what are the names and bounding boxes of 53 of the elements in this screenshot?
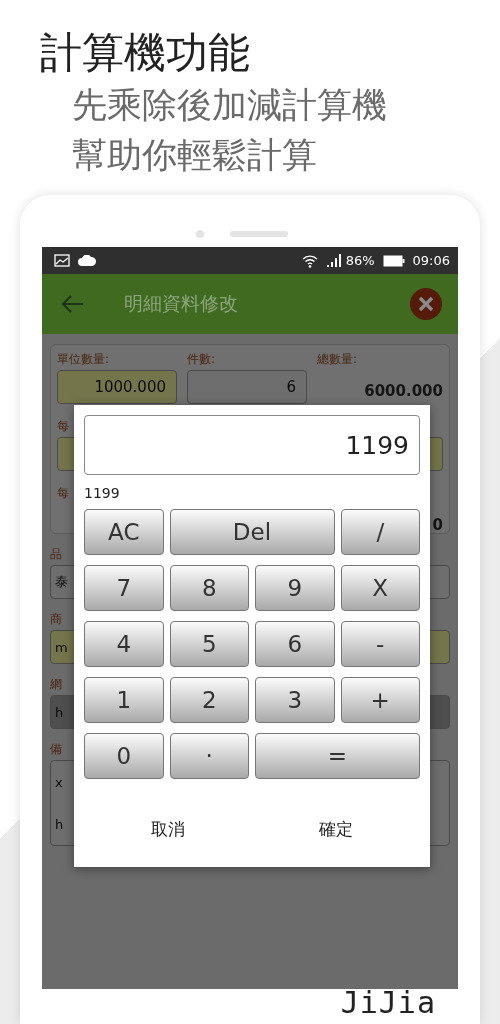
calculator-key[interactable]: 1	[84, 677, 164, 723]
cloud-icon	[78, 255, 96, 266]
wifi-icon	[301, 253, 318, 268]
field-label: 每	[57, 418, 69, 435]
field-value: 6000.000	[364, 381, 443, 400]
calculator-key[interactable]: AC	[84, 509, 164, 555]
calculator-key[interactable]: =	[255, 733, 420, 779]
close-icon[interactable]	[410, 288, 442, 320]
calculator-key[interactable]: Del	[169, 509, 335, 555]
calculator-key[interactable]: 5	[169, 621, 249, 667]
display-field: 1199	[84, 415, 420, 475]
field-value: 0	[432, 515, 443, 534]
calculator-key[interactable]: 9	[255, 565, 335, 611]
field-label: 網	[50, 676, 62, 693]
brand-logo: JiJia	[340, 985, 436, 1020]
calculator-key[interactable]: X	[340, 565, 420, 611]
back-arrow-icon[interactable]	[62, 295, 84, 313]
calculator-key[interactable]: /	[340, 509, 420, 555]
camera-dot	[196, 230, 204, 238]
calculator-key[interactable]: 3	[255, 677, 335, 723]
calculator-key[interactable]: ·	[169, 733, 249, 779]
expression-text: 1199	[84, 485, 121, 501]
calculator-key[interactable]: 8	[169, 565, 249, 611]
calculator-key[interactable]: 6	[255, 621, 335, 667]
calculator-key[interactable]: 0	[84, 733, 164, 779]
clock: 09:06	[412, 253, 450, 268]
promo-subtitle: 先乘除後加減計算機	[72, 84, 388, 127]
battery-icon	[382, 254, 405, 267]
field-label: 總數量:	[317, 351, 358, 368]
promo-title: 計算機功能	[40, 27, 251, 79]
calculator-key[interactable]: 4	[84, 621, 164, 667]
promo-subtitle: 幫助你輕鬆計算	[72, 134, 318, 177]
screen-title: 明細資料修改	[124, 291, 239, 316]
calculator-key[interactable]: +	[340, 677, 420, 723]
input-field[interactable]: 6	[187, 370, 307, 404]
speaker-slot	[230, 231, 288, 237]
field-label: 商	[50, 611, 62, 628]
memo-line: h	[55, 816, 64, 832]
memo-line: x	[55, 774, 63, 790]
battery-percent: 86%	[345, 253, 375, 268]
field-label: 單位數量:	[57, 351, 110, 368]
signal-icon	[325, 254, 342, 267]
calculator-key[interactable]: 2	[169, 677, 249, 723]
field-label: 每	[57, 485, 69, 502]
cancel-button[interactable]: 取消	[131, 812, 205, 847]
field-label: 件數:	[187, 351, 216, 368]
confirm-button[interactable]: 確定	[299, 812, 373, 847]
calculator-key[interactable]: 7	[84, 565, 164, 611]
field-label: 備	[50, 741, 62, 758]
image-icon	[54, 254, 70, 267]
field-label: 品	[50, 546, 62, 563]
input-field[interactable]: 1000.000	[57, 370, 177, 404]
calculator-key[interactable]: -	[340, 621, 420, 667]
